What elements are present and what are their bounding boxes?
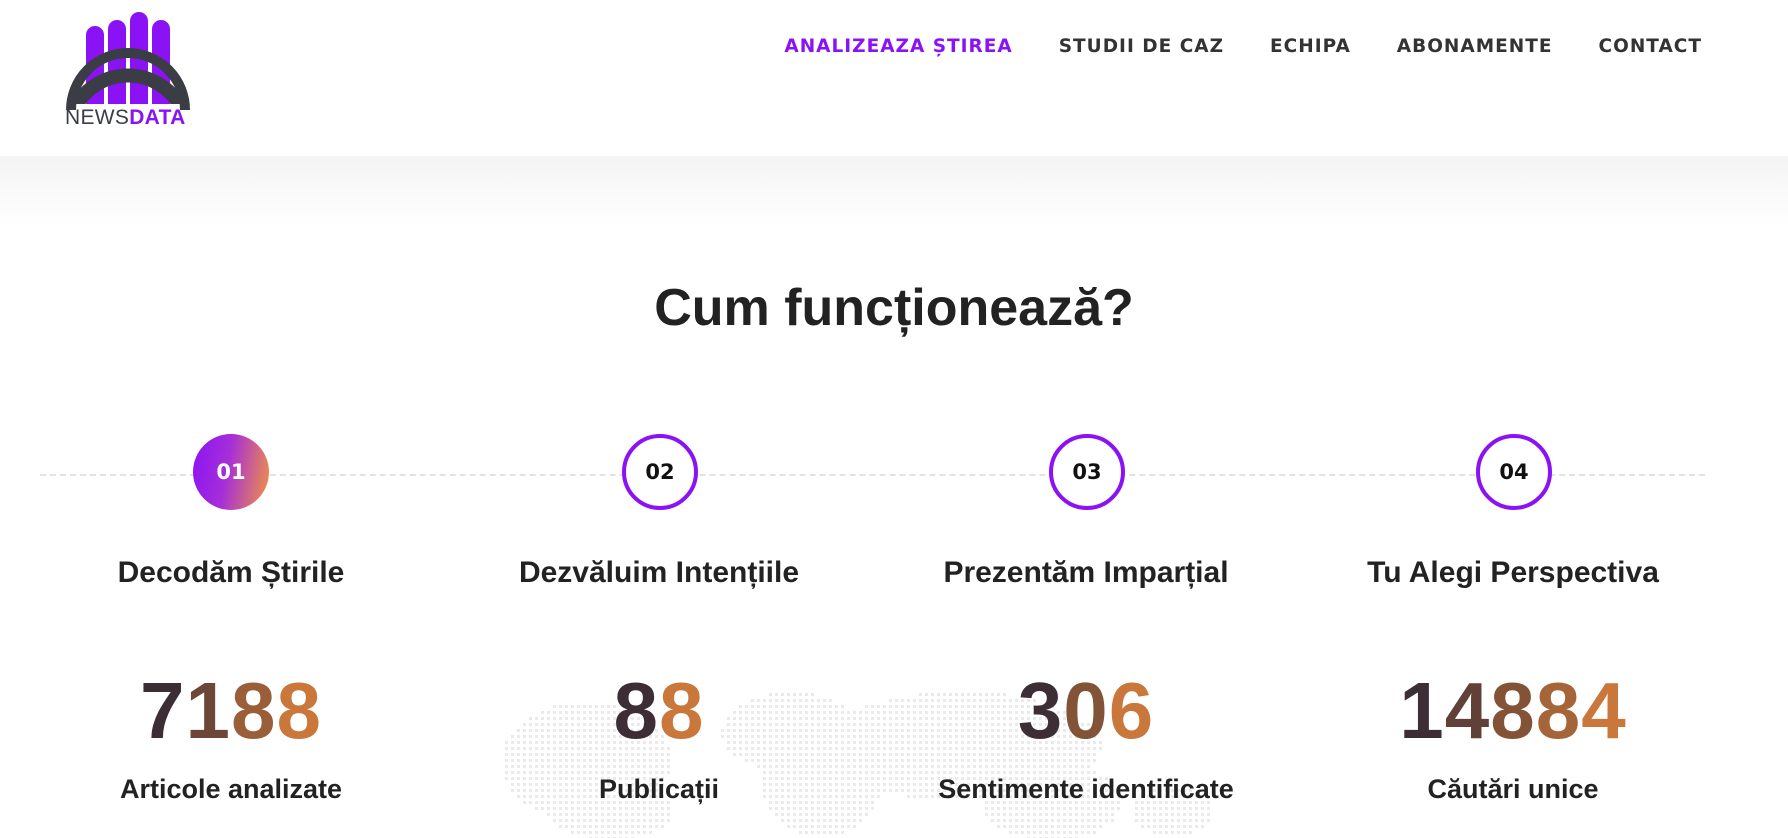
stat-value: 7188	[17, 666, 445, 756]
step-title: Prezentăm Imparțial	[943, 556, 1229, 589]
logo-wordmark: NEWSDATA	[65, 106, 186, 129]
section-title: Cum funcționează?	[654, 279, 1134, 337]
stat-digit: 1	[1399, 666, 1445, 755]
stat-label: Publicații	[598, 774, 720, 804]
stat-digit: 8	[1535, 666, 1582, 755]
step-title: Tu Alegi Perspectiva	[1367, 556, 1659, 589]
stat-value: 306	[872, 666, 1300, 756]
stat-label: Articole analizate	[119, 774, 343, 804]
nav-item-analizeaza-stirea[interactable]: ANALIZEAZA ȘTIREA	[784, 36, 1012, 57]
stat-digit: 8	[1490, 666, 1536, 755]
stat-digit: 7	[140, 666, 186, 755]
stat-digit: 1	[185, 666, 231, 755]
nav-item-studii-de-caz[interactable]: STUDII DE CAZ	[1059, 36, 1224, 57]
step-number-badge[interactable]: 01	[193, 434, 269, 510]
nav-item-contact[interactable]: CONTACT	[1599, 36, 1702, 57]
stat-value: 88	[445, 666, 873, 756]
step-number-badge[interactable]: 04	[1476, 434, 1552, 510]
stat-label: Sentimente identificate	[938, 774, 1234, 804]
step-title: Dezvăluim Intențiile	[518, 556, 800, 589]
step-number-badge[interactable]: 02	[622, 434, 698, 510]
stat-label: Căutări unice	[1427, 774, 1599, 804]
stat-value: 14884	[1299, 666, 1727, 756]
stat-digit: 8	[276, 666, 322, 755]
stat-digit: 8	[613, 666, 659, 755]
stat-digit: 0	[1063, 666, 1109, 755]
stat-digit: 8	[231, 666, 277, 755]
header-shadow	[0, 156, 1788, 226]
stat-digit: 4	[1444, 666, 1491, 755]
site-header: NEWSDATA ANALIZEAZA ȘTIREA STUDII DE CAZ…	[0, 0, 1788, 156]
stat-digit: 8	[659, 666, 705, 755]
stat-digit: 3	[1017, 666, 1064, 755]
steps-timeline	[40, 474, 1705, 476]
step-number-badge[interactable]: 03	[1049, 434, 1125, 510]
nav-item-echipa[interactable]: ECHIPA	[1270, 36, 1351, 57]
step-title: Decodăm Știrile	[117, 556, 345, 589]
main-nav: ANALIZEAZA ȘTIREA STUDII DE CAZ ECHIPA A…	[784, 36, 1702, 57]
stat-digit: 6	[1108, 666, 1155, 755]
stat-digit: 4	[1581, 666, 1627, 755]
nav-item-abonamente[interactable]: ABONAMENTE	[1397, 36, 1553, 57]
